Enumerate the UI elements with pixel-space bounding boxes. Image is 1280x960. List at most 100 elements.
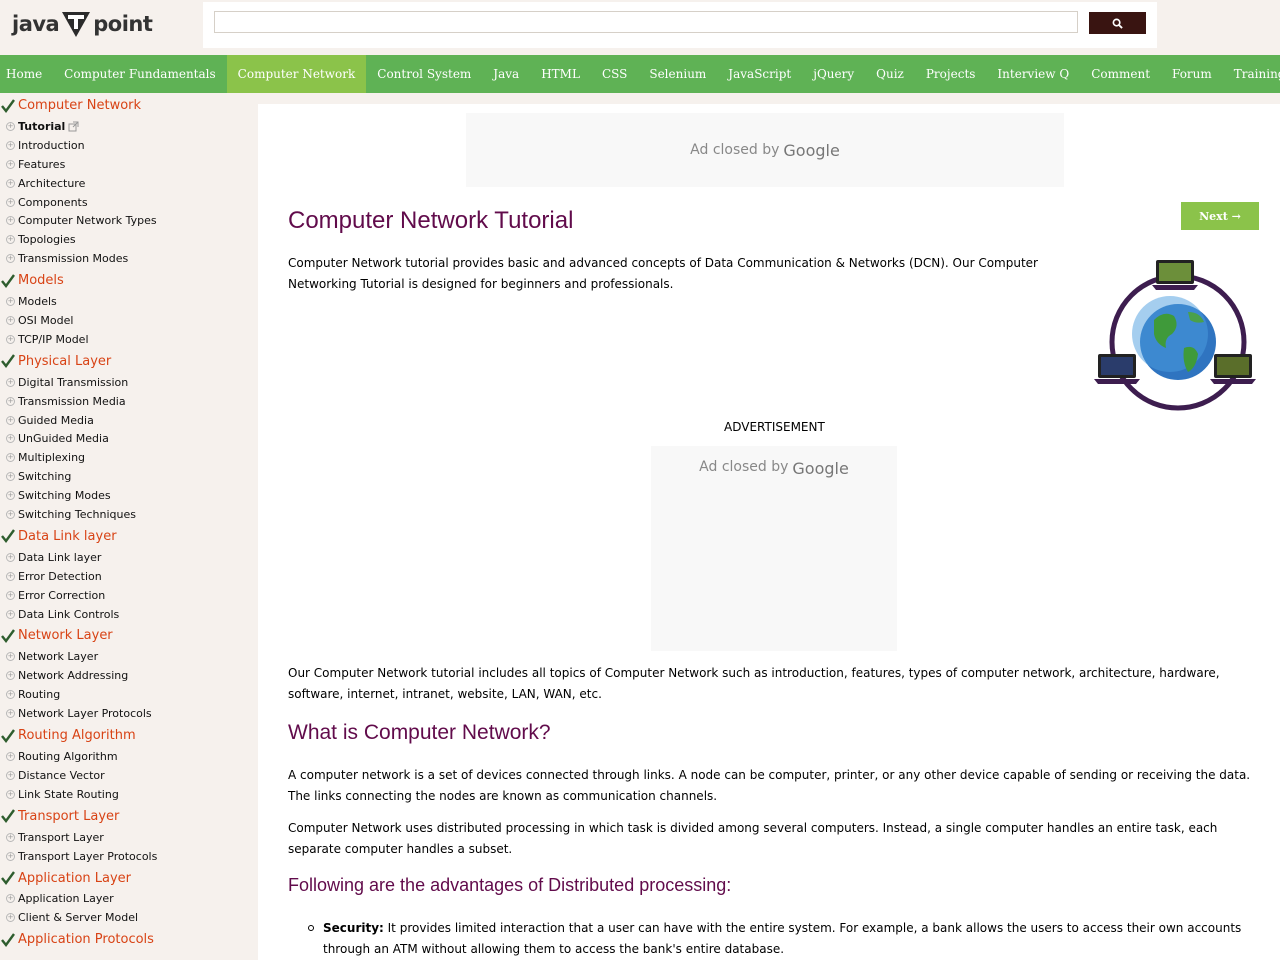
plus-circle-icon: + (6, 415, 15, 425)
sidebar-item-error-detection[interactable]: + Error Detection (0, 567, 258, 586)
sidebar-item-label: Network Layer (18, 650, 99, 664)
sidebar-section-data-link-layer: Data Link layer (0, 525, 258, 548)
plus-circle-icon: + (6, 315, 15, 325)
nav-item-interview-q[interactable]: Interview Q (986, 55, 1080, 93)
network-globe-illustration (1094, 260, 1256, 411)
sidebar-item-tcp-ip-model[interactable]: + TCP/IP Model (0, 330, 258, 349)
plus-circle-icon: + (6, 652, 15, 662)
plus-circle-icon: + (6, 590, 15, 600)
sidebar-item-network-layer-protocols[interactable]: + Network Layer Protocols (0, 704, 258, 723)
sidebar-item-routing-algorithm[interactable]: + Routing Algorithm (0, 747, 258, 766)
sidebar-item-features[interactable]: + Features (0, 155, 258, 174)
nav-item-computer-fundamentals[interactable]: Computer Fundamentals (53, 55, 226, 93)
sidebar-item-label: Network Addressing (18, 669, 129, 683)
sidebar-section-title: Application Protocols (18, 932, 154, 948)
nav-item-training[interactable]: Training (1223, 55, 1280, 93)
bullet-term: Security: (323, 921, 384, 935)
sidebar-item-label: Distance Vector (18, 768, 105, 782)
sidebar-item-label: Error Correction (18, 588, 106, 602)
nav-item-comment[interactable]: Comment (1080, 55, 1161, 93)
sidebar-item-data-link-controls[interactable]: + Data Link Controls (0, 605, 258, 624)
sidebar-section-routing-algorithm: Routing Algorithm (0, 724, 258, 747)
nav-item-forum[interactable]: Forum (1161, 55, 1223, 93)
sidebar-section-title: Computer Network (18, 98, 142, 113)
plus-circle-icon: + (6, 609, 15, 619)
page-title: Computer Network Tutorial (288, 207, 574, 234)
sidebar-section-computer-network: Computer Network (0, 94, 258, 117)
sidebar-item-osi-model[interactable]: + OSI Model (0, 311, 258, 330)
sidebar-item-digital-transmission[interactable]: + Digital Transmission (0, 373, 258, 392)
checkmark-icon (1, 529, 15, 544)
sidebar-item-topologies[interactable]: + Topologies (0, 230, 258, 249)
sidebar-item-switching-techniques[interactable]: + Switching Techniques (0, 505, 258, 524)
sidebar-item-network-layer[interactable]: + Network Layer (0, 647, 258, 666)
nav-item-css[interactable]: CSS (591, 55, 638, 93)
site-logo[interactable]: java point (12, 8, 153, 40)
sidebar-item-unguided-media[interactable]: + UnGuided Media (0, 429, 258, 448)
sidebar-section-title: Models (18, 273, 64, 289)
sidebar-item-network-addressing[interactable]: + Network Addressing (0, 666, 258, 685)
sidebar-item-introduction[interactable]: + Introduction (0, 136, 258, 155)
sidebar-item-guided-media[interactable]: + Guided Media (0, 411, 258, 430)
sidebar-item-label: Introduction (18, 138, 85, 152)
sidebar-item-distance-vector[interactable]: + Distance Vector (0, 766, 258, 785)
nav-item-projects[interactable]: Projects (915, 55, 987, 93)
sidebar-item-label: Data Link Controls (18, 607, 120, 621)
sidebar-item-data-link-layer[interactable]: + Data Link layer (0, 548, 258, 567)
sidebar-item-transmission-media[interactable]: + Transmission Media (0, 392, 258, 411)
sidebar-item-label: Application Layer (18, 892, 114, 906)
sidebar-item-label: Guided Media (18, 413, 94, 427)
plus-circle-icon: + (6, 434, 15, 444)
ad-banner-top[interactable]: Ad closed by Google (466, 113, 1064, 187)
nav-item-quiz[interactable]: Quiz (865, 55, 915, 93)
sidebar-item-models[interactable]: + Models (0, 292, 258, 311)
sidebar-item-label: Routing Algorithm (18, 749, 118, 763)
nav-item-home[interactable]: Home (0, 55, 53, 93)
plus-circle-icon: + (6, 396, 15, 406)
nav-item-html[interactable]: HTML (530, 55, 591, 93)
sidebar-item-transport-layer-protocols[interactable]: + Transport Layer Protocols (0, 847, 258, 866)
sidebar-item-label: Transport Layer (18, 830, 104, 844)
plus-circle-icon: + (6, 913, 15, 923)
nav-item-selenium[interactable]: Selenium (638, 55, 717, 93)
sidebar-item-transmission-modes[interactable]: + Transmission Modes (0, 249, 258, 268)
sidebar-item-label: UnGuided Media (18, 432, 109, 446)
sidebar-section-title: Transport Layer (18, 808, 120, 824)
search-input[interactable] (214, 11, 1078, 33)
ad-box-middle[interactable]: Ad closed by Google (651, 446, 897, 651)
next-button[interactable]: Next → (1181, 202, 1259, 230)
sidebar-item-label: TCP/IP Model (18, 332, 89, 346)
sidebar-item-label: Switching Techniques (18, 507, 136, 521)
plus-circle-icon: + (6, 377, 15, 387)
nav-item-jquery[interactable]: jQuery (802, 55, 865, 93)
sidebar-item-tutorial[interactable]: + Tutorial (0, 117, 258, 136)
search-button[interactable] (1089, 12, 1146, 34)
sidebar-item-transport-layer[interactable]: + Transport Layer (0, 828, 258, 847)
sidebar-item-link-state-routing[interactable]: + Link State Routing (0, 785, 258, 804)
nav-item-java[interactable]: Java (482, 55, 530, 93)
sidebar-item-multiplexing[interactable]: + Multiplexing (0, 448, 258, 467)
plus-circle-icon: + (6, 832, 15, 842)
ad-closed-text: Ad closed by (699, 459, 789, 475)
sidebar-item-error-correction[interactable]: + Error Correction (0, 586, 258, 605)
sidebar-item-routing[interactable]: + Routing (0, 685, 258, 704)
plus-circle-icon: + (6, 121, 15, 131)
plus-circle-icon: + (6, 851, 15, 861)
sidebar-item-switching-modes[interactable]: + Switching Modes (0, 486, 258, 505)
plus-circle-icon: + (6, 254, 15, 264)
sidebar-item-architecture[interactable]: + Architecture (0, 174, 258, 193)
nav-item-computer-network[interactable]: Computer Network (226, 55, 367, 93)
sidebar-item-components[interactable]: + Components (0, 193, 258, 212)
definition-paragraph: A computer network is a set of devices c… (288, 768, 1251, 803)
sidebar-section-title: Routing Algorithm (18, 728, 136, 744)
sidebar-item-client-server-model[interactable]: + Client & Server Model (0, 908, 258, 927)
checkmark-icon (1, 728, 15, 743)
sidebar-item-switching[interactable]: + Switching (0, 467, 258, 486)
nav-item-control-system[interactable]: Control System (366, 55, 482, 93)
sidebar-item-computer-network-types[interactable]: + Computer Network Types (0, 211, 258, 230)
sidebar-item-label: Features (18, 157, 66, 171)
nav-item-javascript[interactable]: JavaScript (717, 55, 802, 93)
sidebar-section-transport-layer: Transport Layer (0, 805, 258, 828)
sidebar-item-application-layer[interactable]: + Application Layer (0, 890, 258, 909)
list-item: Security: It provides limited interactio… (308, 918, 1253, 960)
